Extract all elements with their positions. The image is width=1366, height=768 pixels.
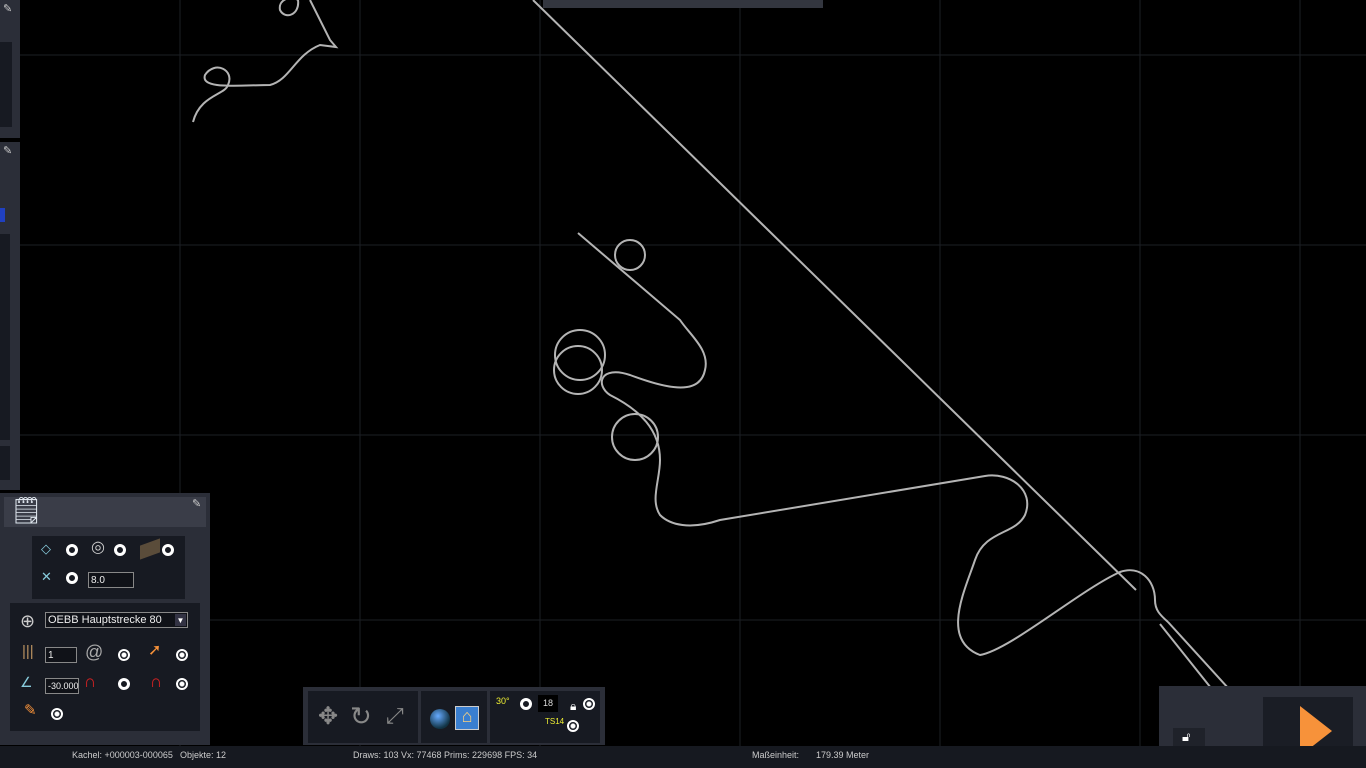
resize-icon[interactable]: ⤢ — [386, 705, 404, 727]
left-panel-footer — [0, 446, 10, 480]
parallel-tracks-icon: ||| — [22, 643, 34, 660]
spiral-radio[interactable] — [118, 649, 130, 661]
ts-radio[interactable] — [567, 720, 579, 732]
expand-icon[interactable]: ✥ — [318, 705, 338, 729]
raise-radio[interactable] — [176, 649, 188, 661]
display-options: ◇ ◎ ✕ 8.0 — [32, 536, 185, 599]
unit-label: Maßeinheit: — [752, 750, 800, 760]
crossing-radio[interactable] — [66, 572, 78, 584]
track-count-input[interactable]: 1 — [45, 647, 77, 663]
track-rule-select[interactable]: OEBB Hauptstrecke 80 ▼ — [45, 612, 188, 628]
pin-icon[interactable]: ✎ — [192, 499, 201, 510]
pin-icon[interactable]: ✎ — [3, 4, 12, 15]
angle-snap-radio[interactable] — [520, 698, 532, 710]
globe-icon[interactable] — [430, 709, 450, 729]
unlock-button[interactable]: 🔓︎ — [1173, 728, 1205, 748]
view-tools: ✥ ↻ ⤢ — [308, 691, 418, 743]
home-icon[interactable]: ⌂ — [455, 706, 479, 730]
track-rule-value: OEBB Hauptstrecke 80 — [48, 614, 162, 626]
chevron-down-icon[interactable]: ▼ — [175, 614, 186, 626]
tile-info: Kachel: +000003-000065 — [72, 750, 173, 760]
magnet-terrain-icon: ∩ — [84, 672, 97, 691]
lock-radio[interactable] — [583, 698, 595, 710]
angle-snap-icon: 30° — [496, 696, 510, 706]
play-panel: 🔓︎ — [1159, 686, 1366, 757]
left-panel-top[interactable]: ✎ — [0, 0, 20, 138]
texture-radio[interactable] — [162, 544, 174, 556]
compass-icon: ◎ — [91, 539, 105, 556]
pencil-radio[interactable] — [51, 708, 63, 720]
raise-track-icon: ➚ — [148, 642, 162, 659]
document-list-icon[interactable]: 🗒 — [10, 497, 43, 523]
magnet-track-icon: ∩ — [150, 672, 163, 691]
snap-tools: 30° 18 🔒︎ TS14 — [490, 691, 600, 743]
tracks[interactable] — [192, 0, 1281, 753]
lock-icon: 🔒︎ — [570, 699, 577, 713]
magnet-terrain-radio[interactable] — [118, 678, 130, 690]
pin-icon[interactable]: ✎ — [3, 146, 12, 157]
crossing-icon: ✕ — [41, 569, 52, 584]
top-panel-edge[interactable] — [543, 0, 823, 8]
track-texture-icon — [140, 538, 160, 560]
render-stats: Draws: 103 Vx: 77468 Prims: 229698 FPS: … — [353, 750, 538, 760]
slope-angle-icon: ∠ — [20, 674, 33, 690]
nav-tools: ⌂ — [421, 691, 487, 743]
bottom-toolbar: ✥ ↻ ⤢ ⌂ 30° 18 🔒︎ TS14 — [303, 687, 605, 745]
rotate-icon[interactable]: ↻ — [350, 703, 372, 729]
diamond-outline-icon: ◇ — [41, 541, 51, 556]
ts-icon: TS14 — [545, 717, 565, 726]
compass-radio[interactable] — [114, 544, 126, 556]
track-rule-icon: ⊕ — [20, 611, 36, 631]
track-tools-panel: 🗒 ✎ ◇ ◎ ✕ 8.0 ⊕ OEBB Hauptstrecke 80 ▼ |… — [0, 493, 210, 745]
magnet-track-radio[interactable] — [176, 678, 188, 690]
unlock-icon: 🔓︎ — [1182, 729, 1191, 744]
spiral-icon: @ — [85, 642, 104, 662]
status-bar: Kachel: +000003-000065 Objekte: 12 Draws… — [0, 746, 1366, 768]
left-panel-content — [0, 42, 12, 127]
selected-indicator — [0, 208, 5, 222]
object-count: Objekte: 12 — [180, 750, 227, 760]
width-input[interactable]: 8.0 — [88, 572, 134, 588]
grid-number[interactable]: 18 — [538, 695, 558, 712]
track-rule-section: ⊕ OEBB Hauptstrecke 80 ▼ ||| 1 @ ➚ ∠ -30… — [10, 603, 200, 731]
left-panel-list[interactable] — [0, 234, 10, 440]
unit-value: 179.39 Meter — [816, 750, 870, 760]
left-panel-bottom[interactable]: ✎ — [0, 142, 20, 490]
slope-input[interactable]: -30.000 — [45, 678, 79, 694]
outline-radio[interactable] — [66, 544, 78, 556]
pencil-icon: ✎ — [24, 702, 37, 719]
